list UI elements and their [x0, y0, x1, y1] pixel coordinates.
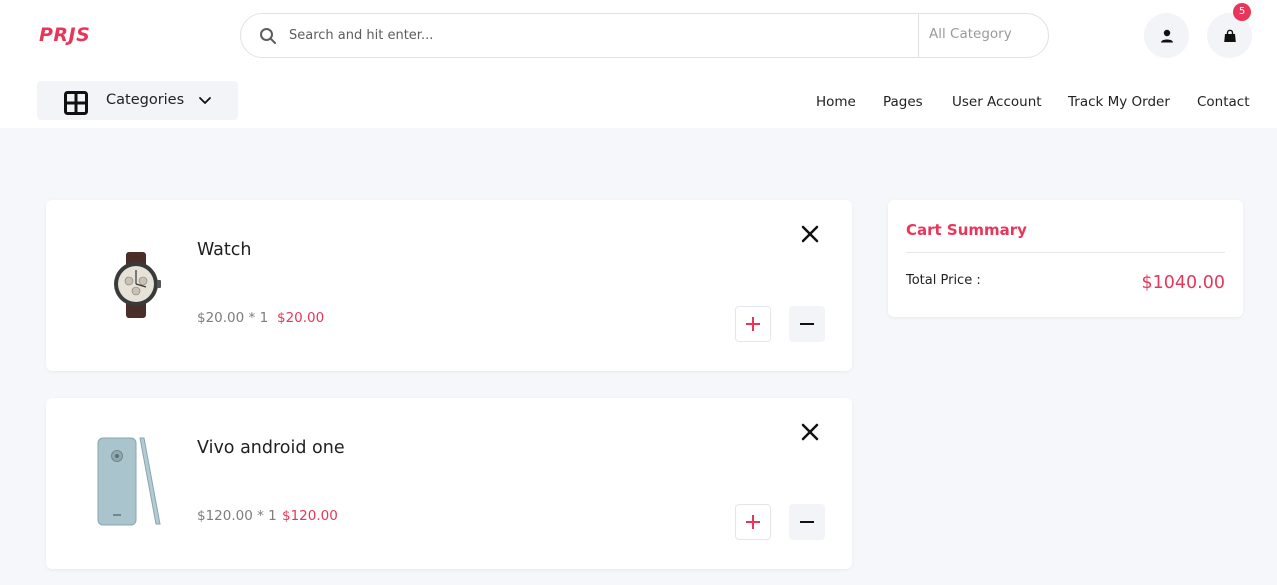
- total-price-value: $1040.00: [1141, 273, 1225, 293]
- cart-summary: Cart Summary Total Price : $1040.00: [888, 200, 1243, 317]
- nav-user-account[interactable]: User Account: [952, 94, 1042, 110]
- decrease-quantity-button[interactable]: [789, 306, 825, 342]
- product-name[interactable]: Watch: [197, 240, 251, 260]
- cart-item: Vivo android one $120.00 * 1 $120.00: [46, 398, 852, 569]
- minus-icon: [800, 323, 814, 325]
- grid-icon: [64, 91, 88, 115]
- nav-contact[interactable]: Contact: [1197, 94, 1250, 110]
- plus-icon: [746, 317, 760, 331]
- search-icon[interactable]: [259, 27, 277, 45]
- header: PRJS All Category 5 Categories Home: [0, 0, 1277, 128]
- account-button[interactable]: [1144, 13, 1189, 58]
- close-icon[interactable]: [800, 422, 820, 442]
- shopping-bag-icon: [1223, 29, 1236, 42]
- categories-dropdown[interactable]: Categories: [37, 81, 238, 120]
- line-total: $120.00: [282, 508, 338, 524]
- unit-price: $120.00 * 1: [197, 508, 277, 524]
- phone-image: [97, 437, 161, 526]
- line-total: $20.00: [277, 310, 325, 326]
- divider: [906, 252, 1225, 253]
- user-icon: [1160, 29, 1173, 42]
- categories-label: Categories: [106, 92, 185, 108]
- increase-quantity-button[interactable]: [735, 504, 771, 540]
- search-input[interactable]: [289, 22, 909, 49]
- chevron-down-icon: [199, 97, 211, 104]
- plus-icon: [746, 515, 760, 529]
- minus-icon: [800, 521, 814, 523]
- logo[interactable]: PRJS: [39, 24, 90, 46]
- search-bar: All Category: [240, 13, 1049, 58]
- increase-quantity-button[interactable]: [735, 306, 771, 342]
- cart-count-badge: 5: [1233, 3, 1251, 21]
- nav-track-my-order[interactable]: Track My Order: [1068, 94, 1170, 110]
- summary-title: Cart Summary: [906, 221, 1027, 239]
- product-name[interactable]: Vivo android one: [197, 438, 345, 458]
- watch-image: [114, 252, 161, 318]
- nav-pages[interactable]: Pages: [883, 94, 923, 110]
- decrease-quantity-button[interactable]: [789, 504, 825, 540]
- total-price-label: Total Price :: [906, 273, 981, 288]
- unit-price: $20.00 * 1: [197, 310, 269, 326]
- nav-home[interactable]: Home: [816, 94, 856, 110]
- close-icon[interactable]: [800, 224, 820, 244]
- cart-item: Watch $20.00 * 1 $20.00: [46, 200, 852, 371]
- category-select[interactable]: All Category: [918, 14, 1049, 57]
